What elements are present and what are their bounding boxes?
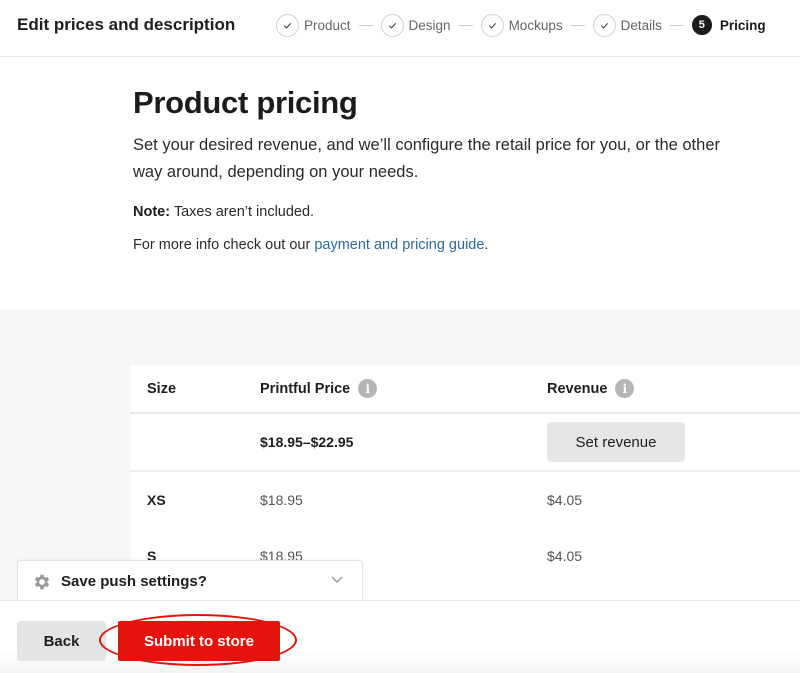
size-value: XS — [147, 492, 166, 508]
step-pricing[interactable]: 5 Pricing — [691, 15, 766, 35]
column-header-printful-price: Printful Price i — [260, 365, 378, 412]
step-separator — [358, 24, 373, 26]
revenue-value: $4.05 — [547, 548, 583, 564]
step-separator — [669, 24, 684, 26]
page-header: Edit prices and description Product Desi… — [0, 0, 800, 57]
info-suffix: . — [484, 237, 489, 253]
save-push-settings-toggle[interactable]: Save push settings? — [17, 560, 363, 602]
step-separator — [458, 24, 473, 26]
column-header-size: Size — [147, 380, 177, 397]
check-icon — [480, 13, 504, 37]
tax-note: Note: Taxes aren’t included. — [133, 204, 314, 220]
column-header-label: Revenue — [547, 380, 608, 397]
check-icon — [592, 13, 616, 37]
push-settings-label: Save push settings? — [61, 573, 207, 590]
step-details[interactable]: Details — [592, 13, 662, 37]
check-icon — [276, 13, 299, 37]
step-number-badge: 5 — [691, 15, 712, 35]
step-design[interactable]: Design — [380, 13, 451, 37]
progress-stepper: Product Design Mockups Details 5 Pricing — [276, 12, 766, 38]
chevron-down-icon[interactable] — [330, 575, 344, 585]
column-header-label: Printful Price — [260, 380, 351, 397]
guide-info: For more info check out our payment and … — [133, 237, 488, 253]
note-label: Note: — [133, 204, 171, 220]
price-range: $18.95–$22.95 — [260, 434, 354, 450]
step-product[interactable]: Product — [276, 13, 351, 37]
set-revenue-button[interactable]: Set revenue — [547, 422, 685, 462]
printful-price-value: $18.95 — [260, 492, 303, 508]
step-label: Pricing — [719, 17, 766, 33]
table-row-range: $18.95–$22.95 Set revenue — [130, 414, 800, 472]
intro-section: Product pricing Set your desired revenue… — [0, 57, 800, 309]
revenue-value: $4.05 — [547, 492, 583, 508]
pricing-guide-link[interactable]: payment and pricing guide — [314, 237, 484, 253]
step-mockups[interactable]: Mockups — [480, 13, 563, 37]
info-icon[interactable]: i — [358, 379, 378, 398]
set-revenue-cell: Set revenue — [547, 414, 685, 470]
info-prefix: For more info check out our — [133, 237, 315, 253]
footer-actions: Back Submit to store — [0, 600, 800, 673]
note-text: Taxes aren’t included. — [170, 204, 315, 220]
page-title: Product pricing — [133, 85, 358, 120]
table-header: Size Printful Price i Revenue i — [130, 365, 800, 414]
step-label: Design — [408, 17, 451, 33]
back-button[interactable]: Back — [17, 621, 106, 661]
step-separator — [570, 24, 585, 26]
pricing-description: Set your desired revenue, and we’ll conf… — [133, 136, 720, 181]
header-title: Edit prices and description — [17, 15, 236, 34]
check-icon — [380, 13, 404, 37]
info-icon[interactable]: i — [615, 379, 635, 398]
gear-icon — [34, 574, 50, 589]
table-row: XS $18.95 $4.05 — [130, 472, 800, 528]
step-label: Product — [304, 17, 351, 33]
column-header-revenue: Revenue i — [547, 365, 635, 412]
step-label: Mockups — [508, 17, 563, 33]
step-label: Details — [620, 17, 662, 33]
submit-to-store-button[interactable]: Submit to store — [118, 621, 280, 661]
